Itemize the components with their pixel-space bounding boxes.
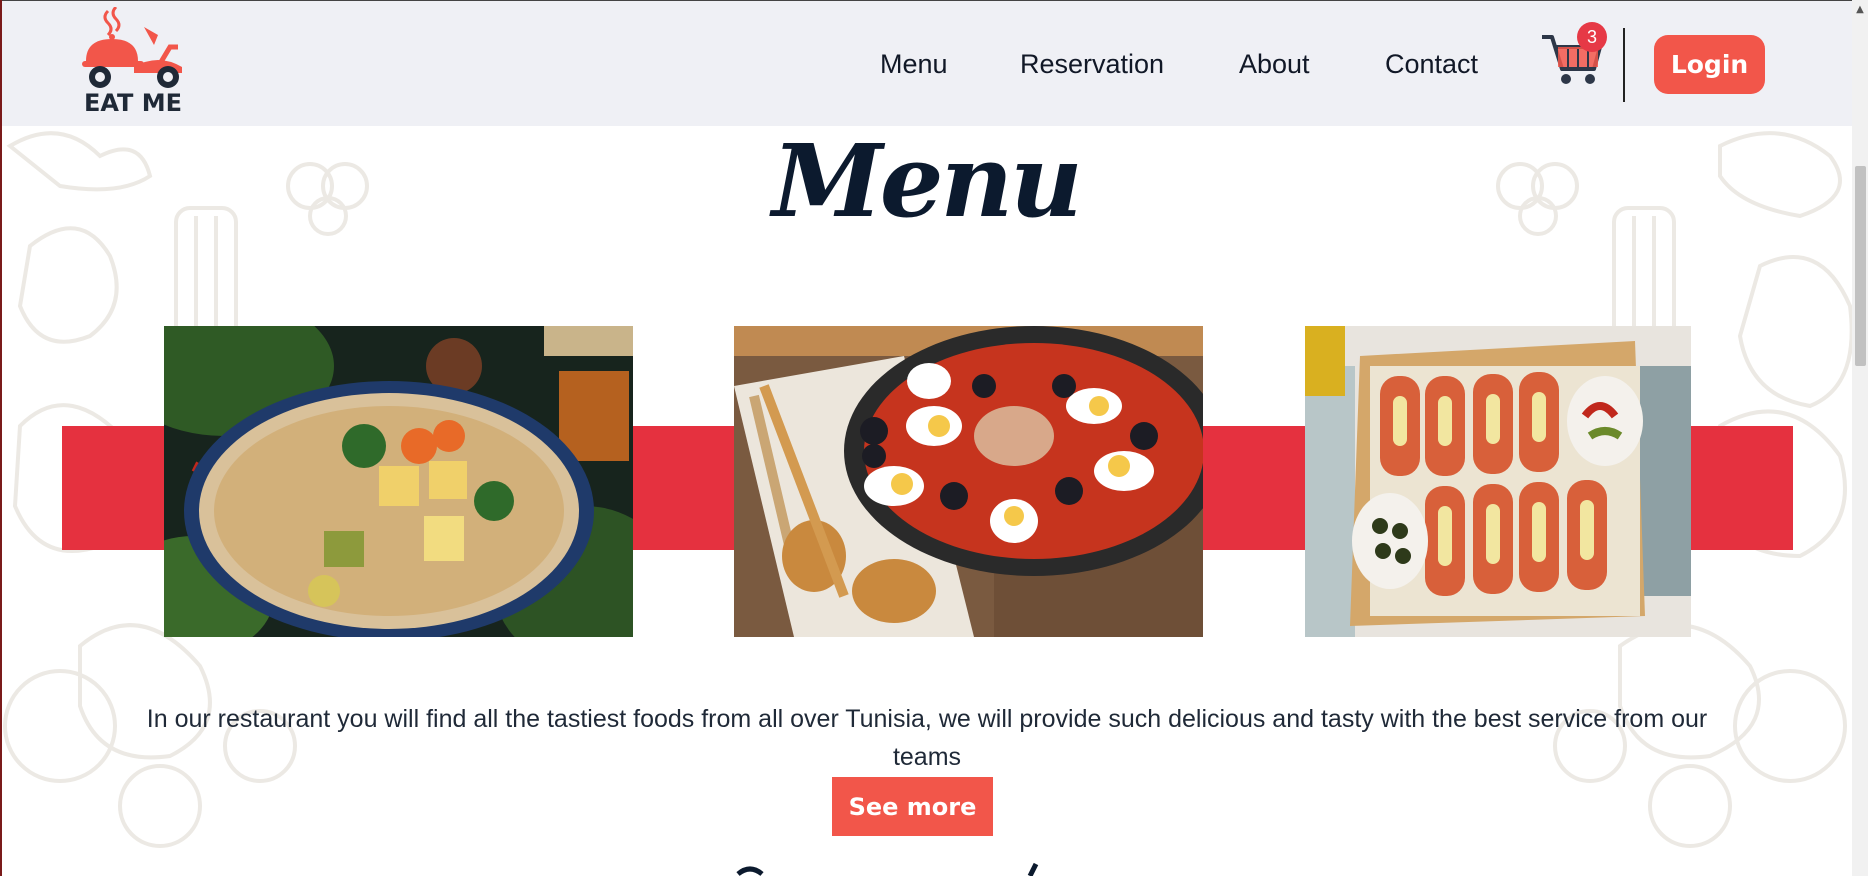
delivery-scooter-icon bbox=[82, 5, 182, 88]
brand-name: EAT ME bbox=[83, 89, 183, 117]
scroll-thumb[interactable] bbox=[1855, 166, 1866, 366]
nav-divider bbox=[1623, 28, 1625, 102]
nav-link-about[interactable]: About bbox=[1239, 49, 1310, 80]
nav-link-menu[interactable]: Menu bbox=[880, 49, 948, 80]
vertical-scrollbar[interactable]: ▲ bbox=[1852, 0, 1868, 876]
scroll-up-icon[interactable]: ▲ bbox=[1852, 4, 1868, 15]
section-description: In our restaurant you will find all the … bbox=[146, 705, 1708, 771]
cart-count-badge: 3 bbox=[1577, 22, 1607, 52]
next-section-heading-peek bbox=[736, 862, 1039, 876]
navbar: EAT ME Menu Reservation About Contact 3 … bbox=[2, 1, 1852, 126]
nav-link-contact[interactable]: Contact bbox=[1385, 49, 1478, 80]
tunisian-sandwiches-photo bbox=[1305, 326, 1691, 637]
couscous-photo bbox=[164, 326, 633, 637]
brand-logo[interactable]: EAT ME bbox=[78, 5, 188, 119]
ojja-egg-dish-photo bbox=[734, 326, 1203, 637]
see-more-button[interactable]: See more bbox=[832, 777, 993, 836]
dish-card-sandwiches[interactable] bbox=[1305, 326, 1691, 637]
login-button[interactable]: Login bbox=[1654, 35, 1765, 94]
dish-card-couscous[interactable] bbox=[164, 326, 633, 637]
window-left-edge bbox=[0, 0, 2, 876]
nav-link-reservation[interactable]: Reservation bbox=[1020, 49, 1164, 80]
dish-card-eggs[interactable] bbox=[734, 326, 1203, 637]
section-title: Menu bbox=[772, 122, 1083, 240]
